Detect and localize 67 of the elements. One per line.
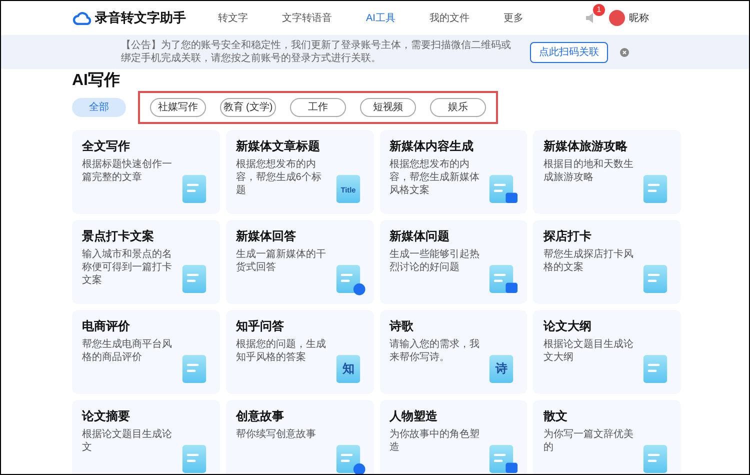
card-title: 新媒体问题 bbox=[390, 229, 450, 244]
card-description: 根据您的问题，生成知乎风格的答案 bbox=[236, 338, 327, 364]
tool-card[interactable]: 诗歌 请输入您的需求，我来帮你写诗。 诗 bbox=[380, 310, 528, 394]
card-description: 请输入您的需求，我来帮你写诗。 bbox=[390, 338, 480, 364]
user-name[interactable]: 昵称 bbox=[629, 10, 649, 26]
card-description: 根据论文题目生成论文大纲 bbox=[543, 338, 634, 364]
card-title: 知乎问答 bbox=[236, 319, 285, 334]
card-title: 人物塑造 bbox=[390, 409, 438, 424]
card-title: 景点打卡文案 bbox=[82, 229, 155, 244]
card-title: 新媒体内容生成 bbox=[390, 139, 474, 154]
tool-card[interactable]: 人物塑造 为你故事中的角色塑造 bbox=[380, 400, 528, 474]
tool-card[interactable]: 景点打卡文案 输入城市和景点的名称便可得到一篇打卡文案 bbox=[72, 220, 220, 304]
filter-chip[interactable]: 娱乐 bbox=[430, 98, 486, 117]
card-title: 诗歌 bbox=[390, 319, 414, 334]
card-title: 新媒体回答 bbox=[236, 229, 297, 244]
card-description: 生成一篇新媒体的干货式回答 bbox=[236, 248, 327, 274]
tool-card[interactable]: 新媒体旅游攻略 根据目的地和天数生成旅游攻略 bbox=[533, 130, 681, 214]
nav-tab[interactable]: 我的文件 bbox=[429, 10, 470, 26]
card-description: 根据论文题目生成论文 bbox=[82, 428, 173, 454]
card-title: 新媒体旅游攻略 bbox=[543, 139, 628, 154]
card-title: 全文写作 bbox=[82, 139, 131, 154]
tool-card[interactable]: 论文大纲 根据论文题目生成论文大纲 bbox=[533, 310, 681, 394]
tool-card[interactable]: 论文摘要 根据论文题目生成论文 bbox=[72, 400, 220, 474]
tool-card[interactable]: 全文写作 根据标题快速创作一篇完整的文章 bbox=[72, 130, 220, 214]
cloud-logo-icon bbox=[73, 11, 91, 25]
card-description: 为你写一篇文辞优美的 bbox=[543, 428, 634, 454]
card-title: 论文大纲 bbox=[543, 319, 592, 334]
card-description: 根据您想发布的内容，帮您生成新媒体风格文案 bbox=[390, 158, 480, 197]
nav-tab[interactable]: 更多 bbox=[503, 10, 524, 26]
card-description: 根据标题快速创作一篇完整的文章 bbox=[82, 158, 173, 184]
notification-badge: 1 bbox=[593, 4, 605, 16]
nav-tab[interactable]: 文字转语音 bbox=[282, 10, 332, 26]
filter-chip[interactable]: 教育 (文学) bbox=[220, 98, 276, 117]
filter-chip[interactable]: 工作 bbox=[290, 98, 346, 117]
app-name: 录音转文字助手 bbox=[95, 9, 186, 28]
tool-card[interactable]: 知乎问答 根据您的问题，生成知乎风格的答案 知 bbox=[226, 310, 374, 394]
tool-card[interactable]: 新媒体问题 生成一些能够引起热烈讨论的好问题 bbox=[380, 220, 528, 304]
page-title: AI写作 bbox=[72, 71, 121, 91]
tool-card[interactable]: 创意故事 帮你续写创意故事 bbox=[226, 400, 374, 474]
close-icon[interactable] bbox=[620, 48, 629, 56]
card-title: 散文 bbox=[543, 409, 568, 424]
tool-card[interactable]: 探店打卡 帮您生成探店打卡风格的文案 bbox=[533, 220, 681, 304]
filter-chip[interactable]: 短视频 bbox=[360, 98, 416, 117]
nav-tab[interactable]: AI工具 bbox=[366, 10, 396, 26]
filter-chip[interactable]: 社媒写作 bbox=[150, 98, 206, 117]
card-title: 创意故事 bbox=[236, 409, 285, 424]
card-title: 电商评价 bbox=[82, 319, 131, 334]
card-description: 帮您生成探店打卡风格的文案 bbox=[543, 248, 634, 274]
tool-card[interactable]: 电商评价 帮您生成电商平台风格的商品评价 bbox=[72, 310, 220, 394]
card-description: 帮您生成电商平台风格的商品评价 bbox=[82, 338, 173, 364]
card-description: 帮你续写创意故事 bbox=[236, 428, 317, 441]
tool-card[interactable]: 新媒体文章标题 根据您想发布的内容，帮您生成6个标题 Title bbox=[226, 130, 374, 214]
card-title: 探店打卡 bbox=[543, 229, 592, 244]
nav-tab[interactable]: 转文字 bbox=[218, 10, 248, 26]
tool-card[interactable]: 新媒体内容生成 根据您想发布的内容，帮您生成新媒体风格文案 bbox=[380, 130, 528, 214]
card-description: 根据目的地和天数生成旅游攻略 bbox=[543, 158, 634, 184]
card-description: 为你故事中的角色塑造 bbox=[390, 428, 480, 454]
notice-text: 【公告】为了您的账号安全和稳定性，我们更新了登录账号主体，需要扫描微信二维码或绑定手机完成关联，请您按之前账号的登录方式进行关联。 bbox=[121, 39, 512, 65]
card-description: 生成一些能够引起热烈讨论的好问题 bbox=[390, 248, 480, 274]
card-description: 根据您想发布的内容，帮您生成6个标题 bbox=[236, 158, 322, 197]
scan-link-button[interactable]: 点此扫码关联 bbox=[530, 42, 608, 62]
filter-chip[interactable]: 全部 bbox=[72, 98, 126, 117]
card-title: 新媒体文章标题 bbox=[236, 139, 321, 154]
tool-card[interactable]: 散文 为你写一篇文辞优美的 bbox=[533, 400, 681, 474]
tool-card[interactable]: 新媒体回答 生成一篇新媒体的干货式回答 bbox=[226, 220, 374, 304]
card-description: 输入城市和景点的名称便可得到一篇打卡文案 bbox=[82, 248, 173, 287]
card-title: 论文摘要 bbox=[82, 409, 131, 424]
